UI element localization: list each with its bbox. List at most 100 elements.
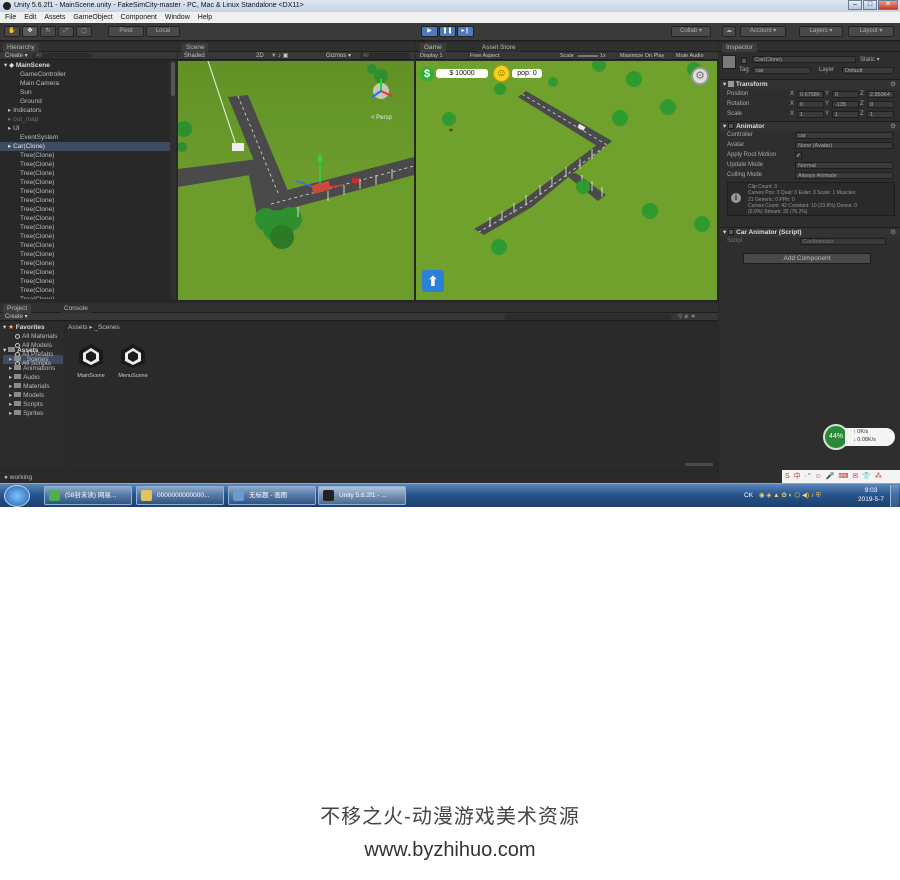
tab-inspector[interactable]: Inspector bbox=[722, 43, 757, 52]
menu-help[interactable]: Help bbox=[198, 12, 212, 23]
animator-enabled-checkbox[interactable] bbox=[728, 123, 735, 129]
taskbar-item[interactable]: (58封未读) 网易... bbox=[44, 486, 132, 505]
menu-window[interactable]: Window bbox=[165, 12, 190, 23]
ime-toolbar[interactable]: S 中 ·° ☺ 🎤 ⌨ ✉ 👕 ⁂ bbox=[782, 470, 900, 483]
tab-scene[interactable]: Scene bbox=[182, 43, 209, 52]
menu-assets[interactable]: Assets bbox=[44, 12, 65, 23]
persp-label[interactable]: < Persp bbox=[371, 115, 393, 121]
hierarchy-create-button[interactable]: Create ▾ bbox=[5, 52, 28, 60]
step-button[interactable]: ▸❙ bbox=[457, 26, 474, 37]
hierarchy-item[interactable]: ▸ UI bbox=[0, 124, 170, 133]
asset-folder-item[interactable]: ▸ Sprites bbox=[3, 409, 63, 418]
favorites-item[interactable]: All Materials bbox=[3, 332, 63, 341]
hierarchy-item[interactable]: Tree(Clone) bbox=[0, 196, 170, 205]
network-speed-widget[interactable]: 44% ↑ 0K/s ↓ 0.08K/s bbox=[823, 424, 895, 450]
hierarchy-item[interactable]: Tree(Clone) bbox=[0, 151, 170, 160]
hierarchy-item[interactable]: GameController bbox=[0, 70, 170, 79]
animator-settings-gear-icon[interactable]: ⚙ bbox=[890, 122, 896, 132]
transform-rotation-y-field[interactable]: -135 bbox=[832, 101, 859, 108]
rect-tool-icon[interactable]: ▢ bbox=[76, 26, 92, 37]
hierarchy-item[interactable]: Tree(Clone) bbox=[0, 232, 170, 241]
menu-file[interactable]: File bbox=[5, 12, 16, 23]
lighting-toggle-icon[interactable]: ☀ ♪ ▣ bbox=[271, 52, 288, 60]
transform-scale-x-field[interactable]: 1 bbox=[797, 111, 824, 118]
transform-scale-y-field[interactable]: 1 bbox=[832, 111, 859, 118]
hierarchy-search-input[interactable]: All bbox=[32, 53, 92, 59]
active-checkbox[interactable] bbox=[741, 58, 747, 64]
menu-edit[interactable]: Edit bbox=[24, 12, 36, 23]
tab-project[interactable]: Project bbox=[3, 304, 32, 313]
hierarchy-item[interactable]: Tree(Clone) bbox=[0, 259, 170, 268]
hierarchy-item[interactable]: Tree(Clone) bbox=[0, 268, 170, 277]
tab-console[interactable]: Console bbox=[60, 304, 92, 313]
animator-controller-field[interactable]: car bbox=[795, 132, 893, 139]
hierarchy-item[interactable]: ▸ Indicators bbox=[0, 106, 170, 115]
pause-button[interactable]: ❚❚ bbox=[439, 26, 456, 37]
hierarchy-item[interactable]: Tree(Clone) bbox=[0, 187, 170, 196]
hand-tool-icon[interactable]: ✋ bbox=[4, 26, 20, 37]
2d-toggle[interactable]: 2D bbox=[256, 52, 264, 60]
menu-gameobject[interactable]: GameObject bbox=[73, 12, 112, 23]
play-button[interactable]: ▶ bbox=[421, 26, 438, 37]
transform-rotation-z-field[interactable]: 0 bbox=[867, 101, 894, 108]
hierarchy-item[interactable]: Tree(Clone) bbox=[0, 223, 170, 232]
tab-asset-store[interactable]: Asset Store bbox=[478, 43, 520, 52]
gizmos-dropdown[interactable]: Gizmos ▾ bbox=[326, 52, 351, 60]
maximize-button[interactable]: □ bbox=[863, 0, 877, 10]
taskbar-item[interactable]: 0000000000000... bbox=[136, 486, 224, 505]
hierarchy-item[interactable]: Tree(Clone) bbox=[0, 160, 170, 169]
close-button[interactable]: ✕ bbox=[878, 0, 898, 10]
mute-audio-toggle[interactable]: Mute Audio bbox=[676, 52, 704, 60]
taskbar-item[interactable]: 无标题 - 画图 bbox=[228, 486, 316, 505]
local-toggle[interactable]: Local bbox=[146, 26, 180, 37]
object-name-input[interactable]: Car(Clone) bbox=[752, 56, 856, 63]
project-create-button[interactable]: Create ▾ bbox=[5, 313, 28, 321]
hierarchy-item[interactable]: Ground bbox=[0, 97, 170, 106]
layers-dropdown[interactable]: Layers ▾ bbox=[799, 26, 843, 37]
menu-component[interactable]: Component bbox=[121, 12, 157, 23]
assets-folder[interactable]: ▾ Assets bbox=[3, 346, 63, 355]
hierarchy-item[interactable]: Tree(Clone) bbox=[0, 250, 170, 259]
scene-file-menuscene[interactable]: MenuScene bbox=[117, 342, 149, 379]
shading-mode-dropdown[interactable]: Shaded bbox=[184, 52, 205, 60]
tag-dropdown[interactable]: car bbox=[753, 67, 811, 74]
transform-position-z-field[interactable]: 2.85964 bbox=[867, 91, 894, 98]
display-dropdown[interactable]: Display 1 bbox=[420, 52, 443, 60]
game-viewport[interactable]: $ $ 10000 ☺ pop: 0 ⚙ ⬆ bbox=[416, 61, 717, 300]
hierarchy-item[interactable]: Tree(Clone) bbox=[0, 277, 170, 286]
asset-folder-item[interactable]: ▸ Models bbox=[3, 391, 63, 400]
breadcrumb-assets[interactable]: Assets bbox=[68, 324, 88, 331]
transform-position-x-field[interactable]: 0.67586 bbox=[797, 91, 824, 98]
script-enabled-checkbox[interactable] bbox=[728, 229, 735, 235]
scene-file-mainscene[interactable]: MainScene bbox=[75, 342, 107, 379]
tray-icons[interactable]: ◉ ◈ ▲ ✿ ◐ ⬡ ◀) ♪ ⛨ bbox=[759, 492, 821, 499]
hierarchy-item[interactable]: Sun bbox=[0, 88, 170, 97]
layout-dropdown[interactable]: Layout ▾ bbox=[848, 26, 894, 37]
add-component-button[interactable]: Add Component bbox=[743, 253, 871, 264]
start-button[interactable] bbox=[4, 485, 30, 507]
scale-tool-icon[interactable]: ⤢ bbox=[58, 26, 74, 37]
filter-icons[interactable]: ⚲ ◈ ★ bbox=[678, 313, 696, 321]
hierarchy-item[interactable]: Tree(Clone) bbox=[0, 295, 170, 299]
tab-hierarchy[interactable]: Hierarchy bbox=[3, 43, 39, 52]
tab-game[interactable]: Game bbox=[420, 43, 446, 52]
layer-dropdown[interactable]: Default bbox=[842, 67, 894, 74]
transform-scale-z-field[interactable]: 1 bbox=[867, 111, 894, 118]
asset-folder-item[interactable]: ▸ Audio bbox=[3, 373, 63, 382]
collab-dropdown[interactable]: Collab ▾ bbox=[671, 26, 711, 37]
hierarchy-item[interactable]: ▸ Car(Clone) bbox=[0, 142, 170, 151]
project-search-input[interactable] bbox=[504, 314, 672, 320]
aspect-dropdown[interactable]: Free Aspect bbox=[470, 52, 499, 60]
car-animator-script-header[interactable]: ▾ Car Animator (Script) ⚙ bbox=[720, 227, 900, 237]
asset-folder-item[interactable]: ▸ Materials bbox=[3, 382, 63, 391]
animator-avatar-field[interactable]: None (Avatar) bbox=[795, 142, 893, 149]
up-arrow-button[interactable]: ⬆ bbox=[422, 270, 444, 292]
show-desktop-button[interactable] bbox=[890, 485, 899, 507]
asset-folder-item[interactable]: ▸ Animations bbox=[3, 364, 63, 373]
static-dropdown[interactable]: Static ▾ bbox=[860, 56, 880, 63]
asset-folder-item[interactable]: ▸ Scripts bbox=[3, 400, 63, 409]
account-dropdown[interactable]: Account ▾ bbox=[740, 26, 786, 37]
hierarchy-item[interactable]: Tree(Clone) bbox=[0, 169, 170, 178]
hierarchy-item[interactable]: Tree(Clone) bbox=[0, 178, 170, 187]
language-indicator[interactable]: CK bbox=[744, 492, 753, 499]
